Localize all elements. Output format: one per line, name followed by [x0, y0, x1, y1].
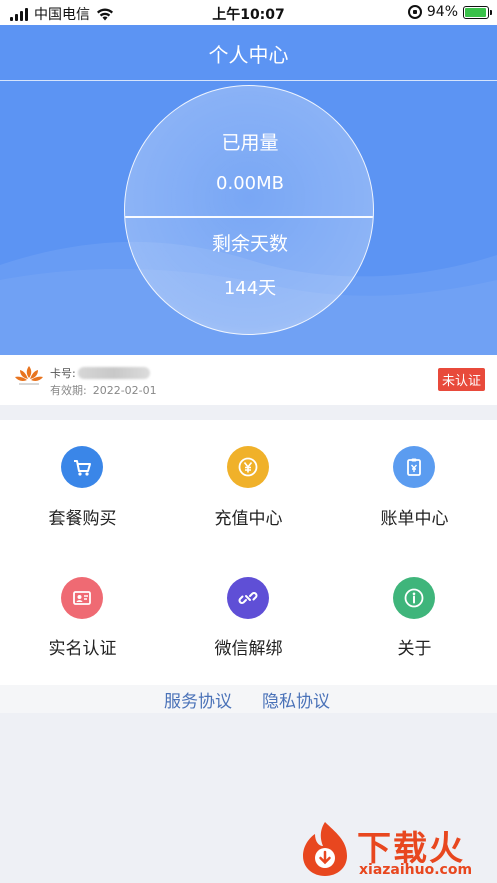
info-icon	[393, 577, 435, 619]
bill-icon	[393, 446, 435, 488]
unlink-icon	[227, 577, 269, 619]
menu-grid: 套餐购买 充值中心 账单中心 实名认证 微信解绑 关于	[0, 420, 497, 685]
battery-level	[465, 7, 486, 17]
status-bar: 中国电信 上午10:07 94%	[0, 0, 497, 25]
privacy-policy-link[interactable]: 隐私协议	[262, 687, 330, 712]
menu-item-package-purchase[interactable]: 套餐购买	[0, 420, 165, 550]
card-number-redacted	[77, 367, 150, 379]
page-title: 个人中心	[208, 43, 289, 67]
rotation-lock-icon	[407, 5, 422, 19]
used-value: 0.00MB	[216, 173, 284, 194]
flame-logo-icon	[303, 822, 347, 876]
watermark: 下载火 xiazaihuo.com	[295, 818, 491, 880]
card-number-label: 卡号:	[50, 367, 76, 380]
menu-label: 充值中心	[214, 509, 283, 529]
verification-status-badge[interactable]: 未认证	[437, 368, 485, 391]
brand-logo-icon	[15, 366, 43, 385]
menu-label: 实名认证	[48, 639, 117, 659]
card-info-row: 卡号: 有效期: 2022-02-01 未认证	[0, 355, 497, 405]
watermark-domain: xiazaihuo.com	[359, 862, 473, 878]
validity: 有效期: 2022-02-01	[50, 382, 157, 398]
menu-item-about[interactable]: 关于	[332, 552, 497, 682]
yen-coin-icon	[227, 446, 269, 488]
usage-circle: 已用量 0.00MB 剩余天数 144天	[124, 85, 374, 335]
menu-label: 微信解绑	[214, 639, 283, 659]
header-panel: 个人中心 已用量 0.00MB 剩余天数 144天	[0, 25, 497, 355]
status-right: 94%	[407, 4, 492, 20]
id-card-icon	[61, 577, 103, 619]
menu-label: 账单中心	[380, 509, 449, 529]
remaining-days-label: 剩余天数	[211, 233, 288, 255]
service-agreement-link[interactable]: 服务协议	[164, 687, 232, 712]
card-number: 卡号:	[50, 365, 150, 381]
title-divider	[0, 80, 497, 81]
menu-item-bill-center[interactable]: 账单中心	[332, 420, 497, 550]
circle-divider	[125, 216, 373, 218]
battery-icon	[463, 5, 492, 19]
menu-item-wechat-unbind[interactable]: 微信解绑	[166, 552, 331, 682]
used-label: 已用量	[221, 132, 279, 154]
battery-percent: 94%	[426, 4, 458, 20]
menu-item-recharge[interactable]: 充值中心	[166, 420, 331, 550]
validity-label: 有效期:	[50, 384, 87, 397]
agreement-links: 服务协议 隐私协议	[0, 685, 497, 713]
menu-item-real-name-verification[interactable]: 实名认证	[0, 552, 165, 682]
validity-date: 2022-02-01	[92, 384, 157, 397]
menu-label: 关于	[397, 639, 432, 659]
remaining-days-value: 144天	[223, 278, 277, 299]
cart-icon	[61, 446, 103, 488]
menu-label: 套餐购买	[48, 509, 117, 529]
